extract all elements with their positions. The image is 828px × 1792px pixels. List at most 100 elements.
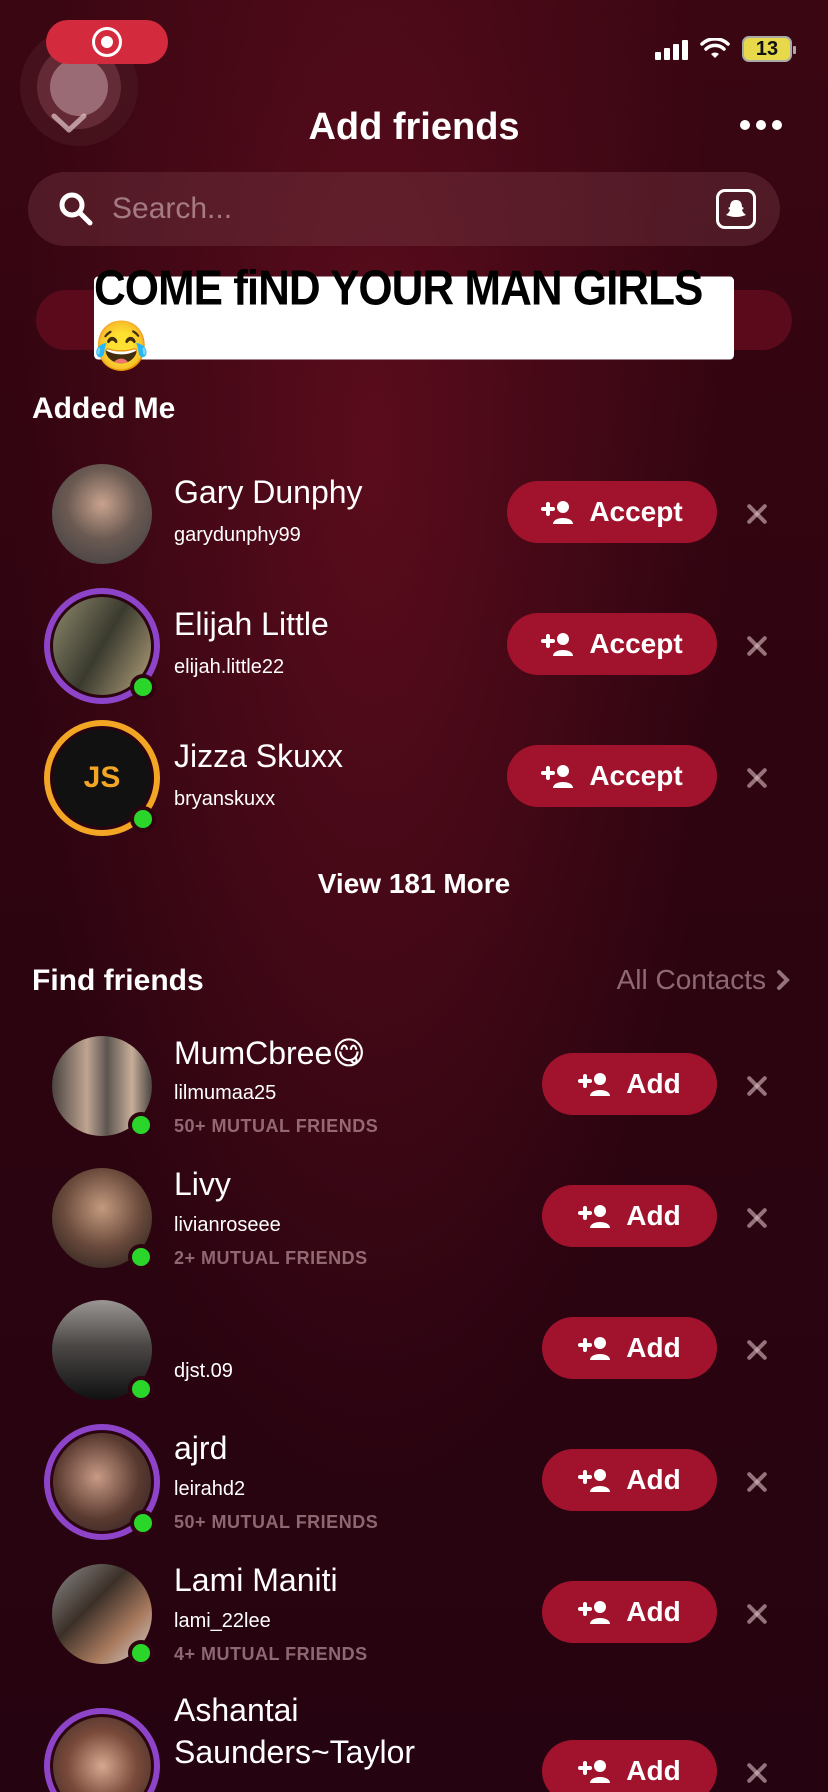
accept-label: Accept xyxy=(589,760,683,791)
dismiss-icon[interactable] xyxy=(744,1205,770,1231)
add-friend-icon xyxy=(541,633,574,656)
list-item[interactable]: JS Jizza Skuxx bryanskuxx Accept xyxy=(0,718,828,838)
search-input[interactable] xyxy=(112,192,716,226)
add-button[interactable]: Add xyxy=(542,1449,717,1511)
friend-username: garydunphy99 xyxy=(174,524,301,546)
friend-name: MumCbree😋 xyxy=(174,1035,366,1071)
friend-name: Livy xyxy=(174,1166,231,1202)
list-item[interactable]: Ashantai Saunders~Taylor Add xyxy=(0,1690,828,1792)
battery-indicator: 13 xyxy=(742,36,796,62)
online-indicator xyxy=(128,1640,154,1666)
add-friend-icon xyxy=(541,765,574,788)
accept-button[interactable]: Accept xyxy=(507,745,717,807)
dismiss-icon[interactable] xyxy=(744,765,770,791)
dismiss-icon[interactable] xyxy=(744,1601,770,1627)
friend-username: lilmumaa25 xyxy=(174,1082,277,1104)
avatar[interactable] xyxy=(44,1424,160,1540)
list-item[interactable]: Elijah Little elijah.little22 Accept xyxy=(0,586,828,706)
friend-name: Jizza Skuxx xyxy=(174,738,343,774)
all-contacts-label: All Contacts xyxy=(616,964,766,995)
friend-name: Ashantai xyxy=(174,1692,299,1728)
page-title: Add friends xyxy=(308,106,520,148)
add-label: Add xyxy=(626,1596,681,1627)
add-friend-icon xyxy=(541,501,574,524)
dismiss-icon[interactable] xyxy=(744,1760,770,1786)
chevron-right-icon xyxy=(777,970,790,990)
search-bar[interactable] xyxy=(28,172,780,246)
friend-username: bryanskuxx xyxy=(174,788,276,810)
friend-name-line2: Saunders~Taylor xyxy=(174,1734,416,1770)
add-friend-icon xyxy=(578,1601,611,1624)
section-title-find-friends: Find friends xyxy=(32,964,204,997)
list-item[interactable]: ajrd leirahd2 50+ MUTUAL FRIENDS Add xyxy=(0,1422,828,1542)
add-label: Add xyxy=(626,1200,681,1231)
status-bar: 13 xyxy=(0,0,828,146)
mutual-friends-count: 50+ MUTUAL FRIENDS xyxy=(174,1512,379,1532)
dismiss-icon[interactable] xyxy=(744,1337,770,1363)
add-label: Add xyxy=(626,1755,681,1786)
friend-username: leirahd2 xyxy=(174,1478,246,1500)
dismiss-icon[interactable] xyxy=(744,1073,770,1099)
avatar[interactable] xyxy=(52,464,152,564)
dismiss-icon[interactable] xyxy=(744,633,770,659)
add-button[interactable]: Add xyxy=(542,1581,717,1643)
list-item[interactable]: Livy livianroseee 2+ MUTUAL FRIENDS Add xyxy=(0,1158,828,1278)
promo-text-banner: COME fiND YOUR MAN GIRLS 😂 xyxy=(94,261,734,374)
add-friend-icon xyxy=(578,1337,611,1360)
avatar[interactable] xyxy=(52,1300,154,1402)
add-label: Add xyxy=(626,1332,681,1363)
accept-label: Accept xyxy=(589,628,683,659)
view-more-button[interactable]: View 181 More xyxy=(0,868,828,900)
search-icon xyxy=(59,192,93,226)
add-friend-icon xyxy=(578,1205,611,1228)
dismiss-icon[interactable] xyxy=(744,1469,770,1495)
avatar[interactable]: JS xyxy=(44,720,160,836)
friend-username: djst.09 xyxy=(174,1360,233,1382)
mutual-friends-count: 50+ MUTUAL FRIENDS xyxy=(174,1116,379,1136)
add-friend-icon xyxy=(578,1469,611,1492)
accept-label: Accept xyxy=(589,496,683,527)
avatar[interactable] xyxy=(52,1564,154,1666)
mutual-friends-count: 4+ MUTUAL FRIENDS xyxy=(174,1644,368,1664)
friend-username: livianroseee xyxy=(174,1214,281,1236)
accept-button[interactable]: Accept xyxy=(507,613,717,675)
friend-username: lami_22lee xyxy=(174,1610,271,1632)
avatar[interactable] xyxy=(44,588,160,704)
avatar[interactable] xyxy=(52,1036,154,1138)
add-button[interactable]: Add xyxy=(542,1317,717,1379)
friend-name: ajrd xyxy=(174,1430,228,1466)
list-item[interactable]: MumCbree😋 lilmumaa25 50+ MUTUAL FRIENDS … xyxy=(0,1026,828,1146)
snapcode-icon[interactable] xyxy=(716,189,756,229)
accept-button[interactable]: Accept xyxy=(507,481,717,543)
add-button[interactable]: Add xyxy=(542,1053,717,1115)
more-options-icon[interactable] xyxy=(740,120,782,130)
online-indicator xyxy=(130,674,156,700)
friend-name: Gary Dunphy xyxy=(174,474,363,510)
friend-username: elijah.little22 xyxy=(174,656,285,678)
mutual-friends-count: 2+ MUTUAL FRIENDS xyxy=(174,1248,368,1268)
wifi-icon xyxy=(700,38,730,58)
add-button[interactable]: Add xyxy=(542,1740,717,1792)
add-friend-icon xyxy=(578,1073,611,1096)
list-item[interactable]: djst.09 Add xyxy=(0,1290,828,1410)
record-icon xyxy=(92,27,122,57)
cellular-signal-icon xyxy=(655,38,688,60)
online-indicator xyxy=(130,806,156,832)
friend-name: Elijah Little xyxy=(174,606,329,642)
section-title-added-me: Added Me xyxy=(32,392,176,425)
online-indicator xyxy=(128,1244,154,1270)
friend-name: Lami Maniti xyxy=(174,1562,338,1598)
add-label: Add xyxy=(626,1464,681,1495)
avatar[interactable] xyxy=(52,1168,154,1270)
list-item[interactable]: Lami Maniti lami_22lee 4+ MUTUAL FRIENDS… xyxy=(0,1554,828,1674)
avatar[interactable] xyxy=(44,1708,160,1792)
add-button[interactable]: Add xyxy=(542,1185,717,1247)
dismiss-icon[interactable] xyxy=(744,501,770,527)
all-contacts-link[interactable]: All Contacts xyxy=(617,964,790,996)
online-indicator xyxy=(128,1376,154,1402)
add-friend-icon xyxy=(578,1760,611,1783)
online-indicator xyxy=(128,1112,154,1138)
add-label: Add xyxy=(626,1068,681,1099)
screen-record-indicator[interactable] xyxy=(46,20,168,64)
list-item[interactable]: Gary Dunphy garydunphy99 Accept xyxy=(0,454,828,574)
